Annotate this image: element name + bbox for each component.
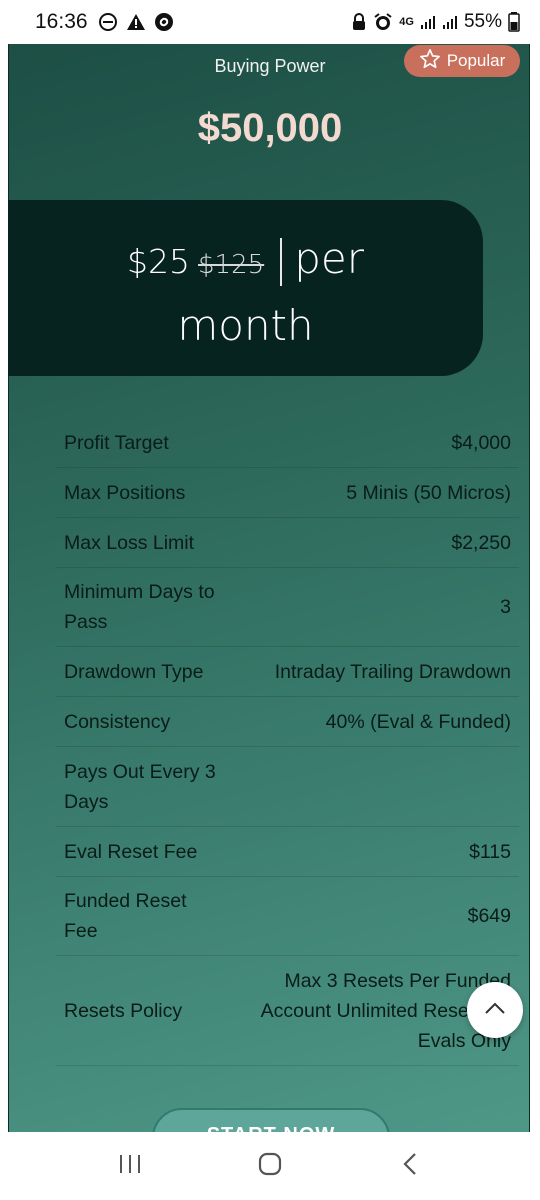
- home-icon: [257, 1151, 283, 1182]
- signal-icon: [442, 14, 458, 30]
- system-nav-bar: [0, 1132, 540, 1200]
- start-now-button[interactable]: START NOW: [152, 1108, 390, 1132]
- spec-row-funded-reset-fee: Funded Reset Fee $649: [56, 877, 519, 956]
- spec-value: $2,250: [451, 531, 511, 554]
- price-old: $125: [198, 250, 265, 280]
- spec-row-eval-reset-fee: Eval Reset Fee $115: [56, 827, 519, 877]
- spec-label: Max Loss Limit: [64, 531, 195, 554]
- spec-label: Drawdown Type: [64, 660, 204, 683]
- spec-value: Intraday Trailing Drawdown: [274, 660, 511, 683]
- spec-row-profit-target: Profit Target $4,000: [56, 418, 519, 468]
- spec-value: $115: [469, 840, 511, 863]
- spec-label: Resets Policy: [64, 999, 183, 1022]
- spec-row-minimum-days: Minimum Days to Pass 3: [56, 568, 519, 647]
- status-left: 16:36: [35, 10, 174, 34]
- shazam-icon: [154, 12, 174, 32]
- alert-triangle-icon: [126, 12, 146, 32]
- recent-apps-icon: [118, 1153, 142, 1180]
- lock-icon: [351, 13, 367, 31]
- network-label: 4G: [399, 16, 414, 28]
- back-button[interactable]: [380, 1141, 440, 1191]
- spec-value: 40% (Eval & Funded): [325, 710, 511, 733]
- spec-label: Profit Target: [64, 431, 169, 454]
- spec-label: Pays Out Every 3 Days: [64, 760, 216, 813]
- spec-row-max-positions: Max Positions 5 Minis (50 Micros): [56, 468, 519, 518]
- spec-row-consistency: Consistency 40% (Eval & Funded): [56, 697, 519, 747]
- do-not-disturb-icon: [98, 12, 118, 32]
- spec-label: Max Positions: [64, 481, 186, 504]
- spec-row-payout: Pays Out Every 3 Days: [56, 747, 519, 827]
- spec-label: Funded Reset Fee: [64, 890, 187, 942]
- spec-value: 3: [500, 596, 511, 618]
- spec-label: Eval Reset Fee: [64, 840, 198, 863]
- battery-percent: 55%: [463, 11, 502, 32]
- 4g-icon: 4G: [399, 16, 414, 28]
- status-time: 16:36: [35, 10, 88, 33]
- price-per: per: [294, 234, 364, 283]
- recent-apps-button[interactable]: [100, 1141, 160, 1191]
- scroll-to-top-button[interactable]: [467, 982, 523, 1038]
- alarm-icon: [373, 12, 393, 32]
- spec-value: $649: [467, 905, 511, 927]
- spec-row-resets-policy: Resets Policy Max 3 Resets Per Funded Ac…: [56, 956, 519, 1066]
- buying-power-value: $50,000: [197, 106, 343, 150]
- app-content: Popular Buying Power $50,000 $25 $125 per …: [0, 44, 540, 1132]
- price-box: $25 $125 per month: [8, 200, 483, 376]
- price-line: $25 $125 per: [8, 228, 483, 296]
- price-divider: [280, 237, 283, 286]
- status-bar: 16:36 4G 55%: [0, 0, 540, 44]
- spec-value: $4,000: [451, 431, 511, 454]
- spec-label: Consistency: [64, 710, 171, 733]
- spec-row-drawdown-type: Drawdown Type Intraday Trailing Drawdown: [56, 647, 519, 697]
- back-icon: [402, 1151, 418, 1182]
- spec-label: Minimum Days to Pass: [64, 581, 215, 633]
- spec-table: Profit Target $4,000 Max Positions 5 Min…: [56, 418, 519, 1066]
- spec-row-max-loss-limit: Max Loss Limit $2,250: [56, 518, 519, 568]
- price-period: month: [177, 301, 314, 350]
- price-now: $25: [127, 242, 191, 281]
- status-right: 4G 55%: [351, 11, 520, 33]
- signal-icon: [420, 14, 436, 30]
- spec-value: 5 Minis (50 Micros): [346, 481, 511, 504]
- battery-icon: [508, 12, 520, 32]
- buying-power-label: Buying Power: [214, 56, 326, 76]
- chevron-up-icon: [484, 1001, 506, 1020]
- home-button[interactable]: [240, 1141, 300, 1191]
